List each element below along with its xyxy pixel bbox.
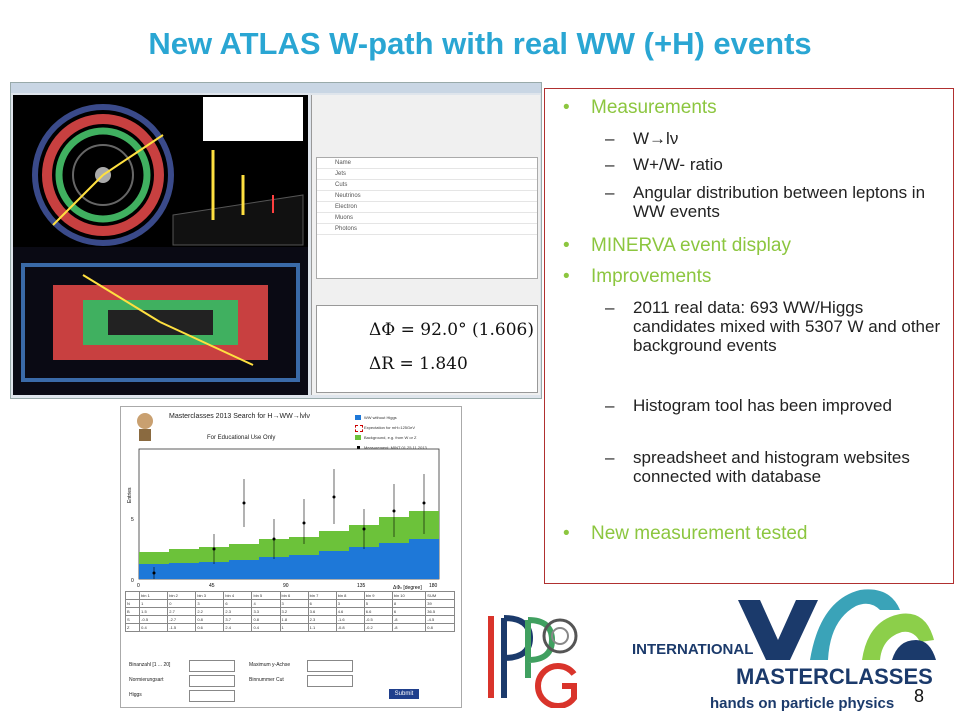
logo-tagline-text: hands on particle physics	[710, 695, 894, 712]
x-tick: 45	[209, 583, 215, 589]
cut-row[interactable]: Jets	[317, 169, 537, 180]
masterclasses-logo-graphic: INTERNATIONAL MASTERCLASSES hands on par…	[632, 589, 936, 712]
sub-bullet: – Angular distribution between leptons i…	[605, 183, 926, 221]
max-y-label: Maximum y-Achse	[249, 662, 291, 668]
cut-row[interactable]: Electron	[317, 202, 537, 213]
cut-table: Name Jets Cuts Neutrinos Electron Muons …	[316, 157, 538, 279]
x-tick: 0	[137, 583, 140, 589]
detector-views	[13, 95, 308, 395]
histogram-header: Masterclasses 2013 Search for H→WW→lνlν	[169, 413, 310, 420]
histogram-screenshot: Masterclasses 2013 Search for H→WW→lνlν …	[120, 406, 462, 708]
cut-row[interactable]: Cuts	[317, 180, 537, 191]
ippog-logo	[482, 608, 582, 713]
slide-title: New ATLAS W-path with real WW (+H) event…	[148, 26, 812, 61]
international-masterclasses-logo: INTERNATIONAL MASTERCLASSES hands on par…	[630, 580, 950, 725]
sub-bullet: – W→lν	[605, 129, 679, 148]
normierungsart-input[interactable]	[189, 675, 235, 687]
delta-r-readout: ΔR = 1.840	[369, 354, 468, 374]
x-tick: 135	[357, 583, 366, 589]
result-box: ΔΦ = 92.0° (1.606) ΔR = 1.840	[316, 305, 538, 393]
logo-masterclasses-text: MASTERCLASSES	[736, 664, 933, 689]
table-row: B 1.5 2.7 2.2 2.3 3.3 3.2 3.6 4.6 6.6 6 36.5	[124, 607, 455, 616]
ippog-logo-icon	[488, 615, 578, 709]
bullet-text-box: • Measurements – W→lν – W+/W- ratio – An…	[544, 88, 954, 584]
cut-row[interactable]: Neutrinos	[317, 191, 537, 202]
higgs-input[interactable]	[189, 690, 235, 702]
submit-button[interactable]: Submit	[389, 689, 419, 699]
page-number: 8	[914, 686, 925, 706]
histogram-plot: Entries 5 0 0 45 90 135 180	[127, 448, 440, 589]
atlas-detector-view	[13, 95, 308, 395]
binnummer-input[interactable]	[307, 675, 353, 687]
cut-row[interactable]: Name	[317, 158, 537, 169]
x-tick: 90	[283, 583, 289, 589]
binanzahl-input[interactable]	[189, 660, 235, 672]
legend-item: Expectation for mH=125GeV	[355, 423, 455, 433]
delta-phi-readout: ΔΦ = 92.0° (1.606)	[369, 320, 534, 340]
legend-item: WW without Higgs	[355, 413, 455, 423]
sub-bullet: – Histogram tool has been improved	[605, 396, 892, 415]
sub-bullet: – 2011 real data: 693 WW/Higgs candidate…	[605, 298, 941, 355]
x-tick: 180	[429, 583, 438, 589]
window-titlebar	[11, 83, 541, 93]
svg-text:5: 5	[131, 517, 134, 523]
sub-bullet: – spreadsheet and histogram websites con…	[605, 448, 910, 486]
cut-row[interactable]: Muons	[317, 213, 537, 224]
histogram-y-label: Entries	[127, 487, 133, 503]
normierungsart-label: Normierungsart	[129, 677, 164, 683]
cut-row[interactable]: Photons	[317, 224, 537, 235]
table-row: Z 0.4 -1.5 0.6 2.4 0.4 1 1.1 -0.8 -0.2 -8 0.8	[124, 623, 455, 632]
table-row: S -0.5 -2.7 0.8 3.7 0.8 1.8 2.3 -1.6 -0.5 -8 -4.5	[124, 615, 455, 624]
table-row: N 1 0 3 6 4 3 6 3 5 8 39	[124, 599, 455, 608]
sub-bullet: – W+/W- ratio	[605, 155, 723, 174]
max-y-input[interactable]	[307, 660, 353, 672]
svg-text:0: 0	[131, 578, 134, 584]
histogram-table: bin 1 bin 2 bin 3 bin 4 bin 5 bin 6 bin 7 bin 8…	[124, 591, 455, 632]
higgs-label: Higgs	[129, 692, 142, 698]
logo-international-text: INTERNATIONAL	[632, 641, 753, 658]
table-header-row: bin 1 bin 2 bin 3 bin 4 bin 5 bin 6 bin 7 bin 8…	[124, 591, 455, 600]
control-panel: Name Jets Cuts Neutrinos Electron Muons …	[311, 95, 540, 395]
binanzahl-label: Binanzahl [1 ... 20]	[129, 662, 171, 668]
event-display-screenshot: Name Jets Cuts Neutrinos Electron Muons …	[10, 82, 542, 399]
binnummer-label: Binnummer Cut	[249, 677, 284, 683]
